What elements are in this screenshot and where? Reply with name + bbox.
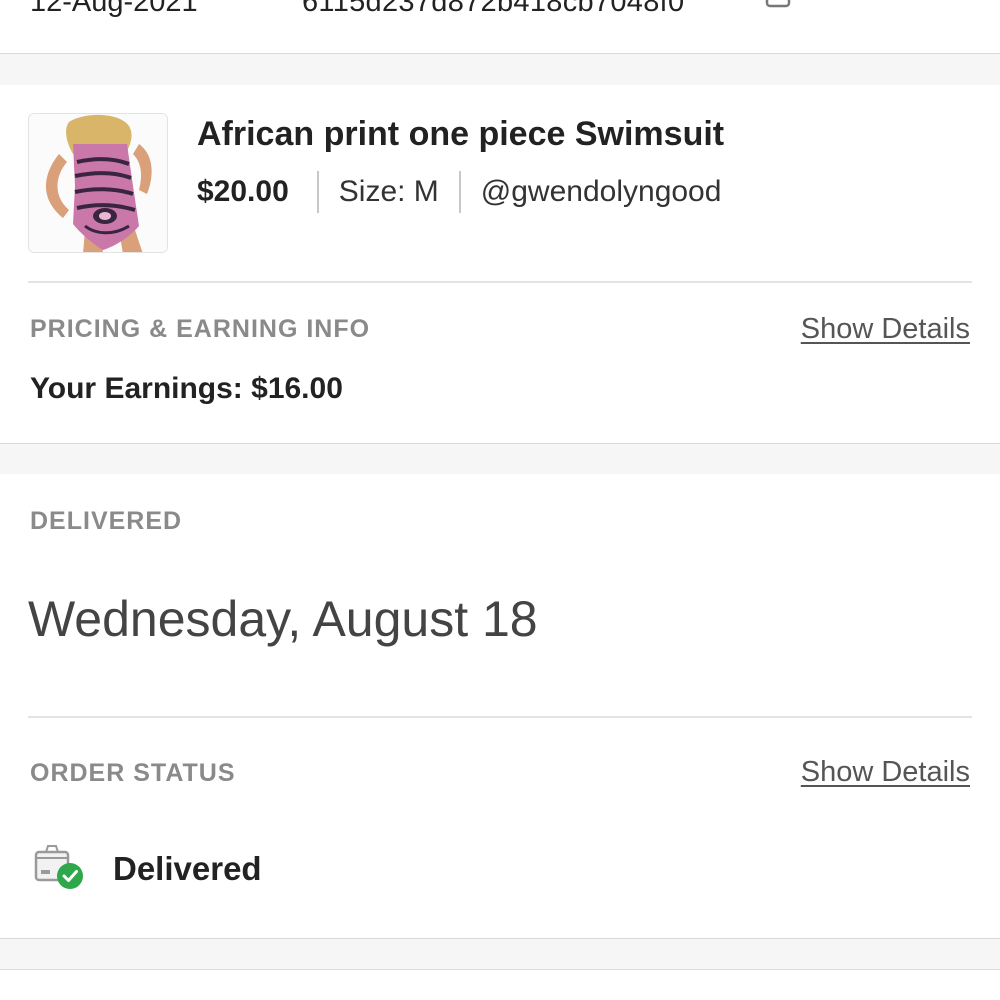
your-earnings: Your Earnings: $16.00: [30, 372, 343, 405]
product-card: African print one piece Swimsuit $20.00 …: [0, 85, 1000, 443]
section-spacer: [0, 938, 1000, 970]
delivered-section-label: DELIVERED: [30, 507, 183, 535]
pricing-show-details-link[interactable]: Show Details: [801, 313, 970, 346]
product-title[interactable]: African print one piece Swimsuit: [197, 115, 724, 154]
seller-username[interactable]: @gwendolyngood: [481, 175, 722, 209]
product-image[interactable]: [28, 113, 168, 253]
order-status-text: Delivered: [113, 850, 262, 887]
section-spacer: [0, 53, 1000, 86]
delivery-card: DELIVERED Wednesday, August 18 ORDER STA…: [0, 474, 1000, 938]
delivered-date: Wednesday, August 18: [28, 591, 538, 647]
order-id: 6115d237d872b418cb7048f0: [302, 0, 685, 18]
copy-icon[interactable]: [764, 0, 800, 20]
order-status-section-label: ORDER STATUS: [30, 759, 236, 787]
meta-divider: [316, 171, 319, 213]
product-price: $20.00: [197, 175, 289, 208]
divider: [28, 281, 972, 283]
swimsuit-image: [29, 114, 167, 252]
meta-divider: [458, 171, 461, 213]
order-details-page: 12-Aug-2021 6115d237d872b418cb7048f0 Afr…: [0, 0, 1000, 1000]
product-size: Size: M: [338, 175, 439, 208]
order-status-show-details-link[interactable]: Show Details: [801, 756, 970, 789]
product-meta: $20.00 Size: M @gwendolyngood: [197, 170, 721, 214]
order-date: 12-Aug-2021: [30, 0, 198, 18]
section-spacer: [0, 443, 1000, 475]
divider: [28, 716, 972, 718]
package-delivered-icon: [34, 845, 83, 889]
order-info-row: 12-Aug-2021 6115d237d872b418cb7048f0: [0, 0, 1000, 54]
pricing-section-label: PRICING & EARNING INFO: [30, 315, 371, 343]
